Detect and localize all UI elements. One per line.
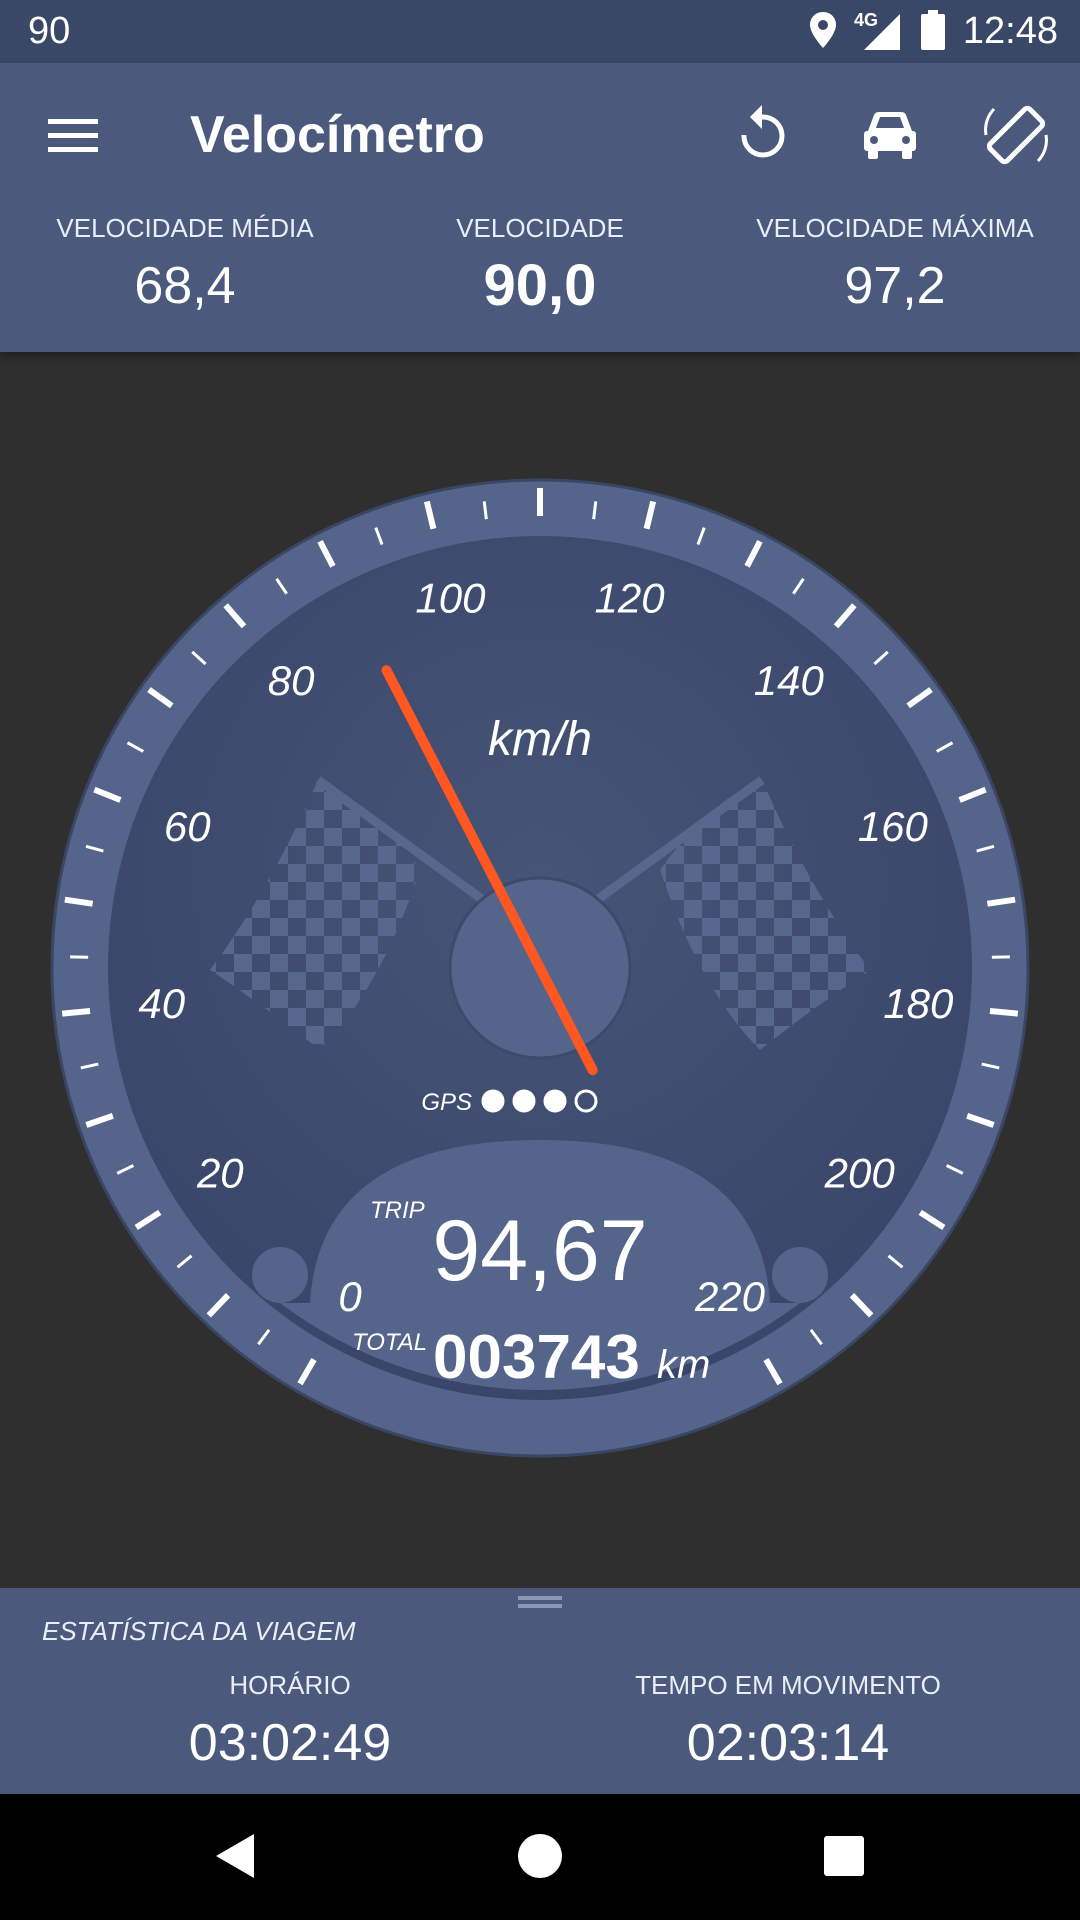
gauge-tick (64, 896, 94, 907)
max-speed-stat: VELOCIDADE MÁXIMA 97,2 (730, 213, 1060, 316)
gps-dot-filled (481, 1089, 505, 1113)
gauge-scale-label: 160 (858, 803, 929, 850)
clock-stat: HORÁRIO 03:02:49 (90, 1670, 490, 1773)
max-speed-value: 97,2 (844, 257, 946, 315)
average-speed-label: VELOCIDADE MÉDIA (56, 213, 314, 243)
max-speed-label: VELOCIDADE MÁXIMA (756, 213, 1034, 243)
gauge-scale-label: 120 (595, 575, 666, 622)
gps-dot-filled (512, 1089, 536, 1113)
trip-statistics-panel[interactable]: ESTATÍSTICA DA VIAGEM HORÁRIO 03:02:49 T… (0, 1588, 1080, 1794)
gauge-tick (61, 1007, 91, 1017)
gauge-scale-label: 20 (196, 1149, 244, 1196)
gauge-scale-label: 80 (268, 657, 315, 704)
reset-icon[interactable] (722, 95, 802, 175)
app-bar: Velocímetro VELOCIDADE MÉDIA 68,4 VELOCI… (0, 63, 1080, 352)
car-icon[interactable] (850, 95, 930, 175)
current-speed-value: 90,0 (483, 253, 597, 318)
battery-icon (921, 10, 945, 50)
status-speed-text: 90 (28, 10, 71, 52)
moving-time-stat: TEMPO EM MOVIMENTO 02:03:14 (588, 1670, 988, 1773)
gauge-scale-label: 60 (164, 803, 211, 850)
average-speed-stat: VELOCIDADE MÉDIA 68,4 (20, 213, 350, 316)
current-speed-label: VELOCIDADE (456, 213, 624, 243)
clock-value: 03:02:49 (188, 1714, 392, 1772)
trip-value: 94,67 (432, 1203, 647, 1299)
gps-label: GPS (421, 1089, 472, 1116)
gauge-scale-label: 100 (415, 575, 486, 622)
system-navigation-bar (0, 1794, 1080, 1920)
moving-time-value: 02:03:14 (686, 1714, 890, 1772)
gauge-tick (986, 896, 1016, 907)
status-bar: 90 4G 12:48 (0, 0, 1080, 63)
gauge-unit-label: km/h (488, 713, 592, 766)
menu-icon[interactable] (32, 95, 112, 175)
gauge-tick (482, 501, 488, 520)
gauge-tick (989, 1007, 1019, 1017)
gauge-notch-right (772, 1247, 828, 1303)
total-label: TOTAL (352, 1329, 427, 1356)
gauge-tick (592, 501, 598, 520)
signal-icon (864, 14, 900, 50)
app-title: Velocímetro (190, 106, 485, 164)
recents-icon[interactable] (814, 1826, 874, 1886)
drag-handle-icon[interactable] (518, 1594, 562, 1610)
trip-label: TRIP (370, 1197, 425, 1224)
clock-label: HORÁRIO (229, 1670, 351, 1700)
home-icon[interactable] (510, 1826, 570, 1886)
location-icon (810, 12, 836, 48)
speedometer-gauge: 020406080100 120140160180200220 km/h GPS … (50, 478, 1030, 1458)
average-speed-value: 68,4 (134, 257, 236, 315)
status-time: 12:48 (962, 10, 1058, 52)
total-value: 003743 (433, 1323, 640, 1392)
current-speed-stat: VELOCIDADE 90,0 (375, 213, 705, 319)
gauge-scale-label: 40 (138, 980, 185, 1027)
gauge-notch-left (252, 1247, 308, 1303)
gauge-scale-label: 0 (338, 1273, 362, 1320)
trip-statistics-title: ESTATÍSTICA DA VIAGEM (42, 1616, 356, 1646)
gauge-scale-label: 140 (754, 657, 825, 704)
gauge-scale-label: 180 (883, 980, 954, 1027)
gauge-scale-label: 220 (694, 1273, 766, 1320)
screen-rotation-icon[interactable] (976, 95, 1056, 175)
distance-unit: km (657, 1343, 710, 1387)
moving-time-label: TEMPO EM MOVIMENTO (635, 1670, 941, 1700)
back-icon[interactable] (206, 1826, 266, 1886)
gps-dot-filled (543, 1089, 567, 1113)
gauge-scale-label: 200 (824, 1149, 896, 1196)
